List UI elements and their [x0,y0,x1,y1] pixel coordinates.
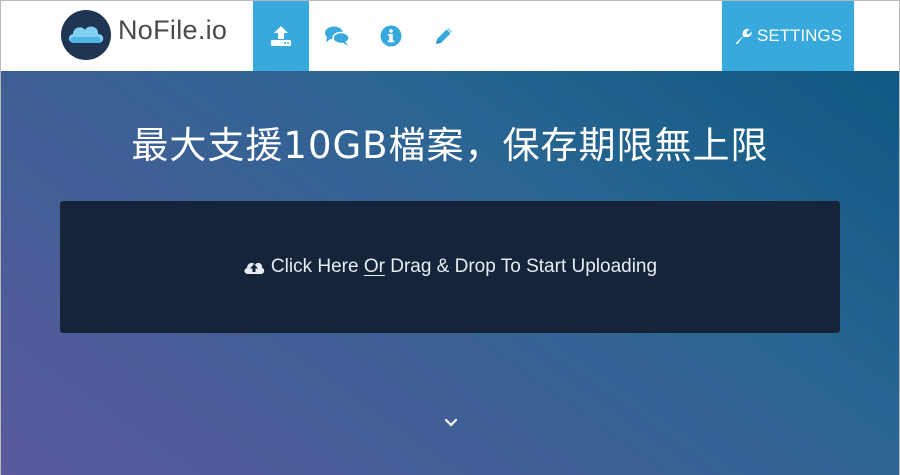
dropzone-drag-text: Drag & Drop To Start Uploading [390,256,658,277]
nav-info-button[interactable] [363,1,419,71]
cloud-logo-icon[interactable] [61,10,111,60]
settings-label: SETTINGS [756,26,842,45]
upload-icon [271,26,291,46]
dropzone-or-text[interactable]: Or [364,256,385,278]
nav-edit-button[interactable] [416,1,472,71]
upload-dropzone[interactable]: Click Here Or Drag & Drop To Start Uploa… [60,201,840,333]
nav-comments-button[interactable] [309,1,365,71]
comments-icon [325,26,350,46]
top-navbar: NoFile.io SETTINGS [1,1,899,71]
nav-upload-button[interactable] [253,1,309,71]
dropzone-click-text[interactable]: Click Here [271,256,359,278]
chevron-down-icon[interactable] [441,416,461,430]
info-icon [380,25,402,47]
page-headline: 最大支援10GB檔案，保存期限無上限 [131,124,769,167]
wrench-icon [735,28,752,45]
pencil-icon [436,28,452,44]
hero-section: 最大支援10GB檔案，保存期限無上限 Click Here Or Drag & … [1,71,899,475]
brand-name[interactable]: NoFile.io [118,15,227,46]
cloud-upload-icon [244,262,265,274]
settings-button[interactable]: SETTINGS [722,1,854,71]
